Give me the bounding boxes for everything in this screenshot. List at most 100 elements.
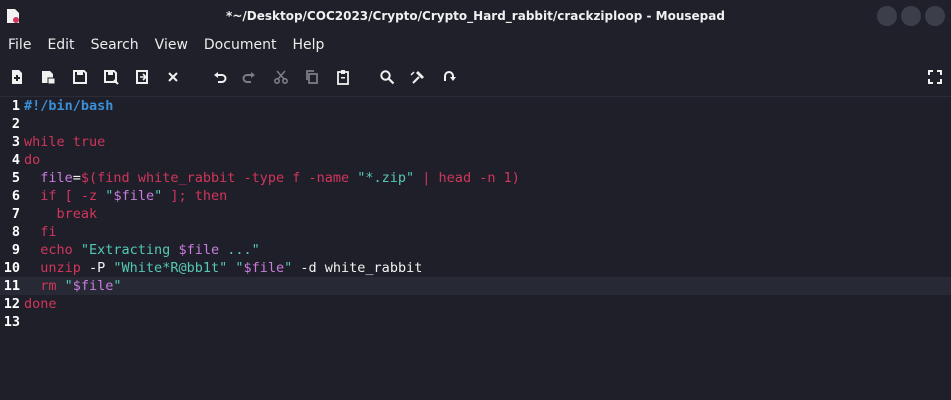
code-token: unzip [24,260,90,276]
find-icon[interactable] [378,68,396,86]
line-number: 13 [3,314,20,330]
text-editor[interactable]: 1 #!/bin/bash 2 3 while true 4 do 5 file=$(find… [0,97,951,400]
code-token: " [113,278,122,294]
code-token: $file [72,278,114,294]
code-token: -P [89,260,114,276]
code-line[interactable]: 6 if [ -z "$file" ]; then [0,187,951,205]
code-token: "*.zip" [357,170,415,186]
code-token: $(find white_rabbit -type f -name [80,170,358,186]
menu-help[interactable]: Help [284,32,332,58]
code-token: fi [24,224,57,240]
code-line[interactable]: 1 #!/bin/bash [0,97,951,115]
code-token: " [235,260,244,276]
replace-icon[interactable] [409,68,427,86]
redo-icon[interactable] [240,68,258,86]
save-icon[interactable] [71,68,89,86]
menu-search[interactable]: Search [83,32,147,58]
code-token: echo [24,242,81,258]
code-token: "White*R@bb1t" [113,260,228,276]
code-line[interactable]: 4 do [0,151,951,169]
code-token: $file [178,242,220,258]
code-text: #!/bin/bash [24,97,113,115]
code-text: echo "Extracting $file ..." [24,241,260,259]
code-line[interactable]: 13 [0,313,951,331]
code-line[interactable]: 2 [0,115,951,133]
window-controls [877,6,945,26]
code-token: while [24,134,65,150]
new-document-icon[interactable] [8,68,26,86]
code-text: file=$(find white_rabbit -type f -name "… [24,169,520,187]
code-token: -d white_rabbit [292,260,423,276]
code-token: #!/bin/bash [24,98,114,114]
code-token: break [24,206,98,222]
goto-icon[interactable] [440,68,458,86]
code-line[interactable]: 12 done [0,295,951,313]
revert-icon[interactable] [133,68,151,86]
menu-document[interactable]: Document [196,32,285,58]
minimize-button[interactable] [877,6,897,26]
window-title: *~/Desktop/COC2023/Crypto/Crypto_Hard_ra… [226,9,725,23]
line-number: 6 [11,188,20,204]
code-token: | head -n 1) [414,170,520,186]
undo-icon[interactable] [211,68,229,86]
menu-view[interactable]: View [147,32,196,58]
code-token: "Extracting [80,242,179,258]
new-window-icon[interactable] [39,68,57,86]
line-number: 7 [11,206,20,222]
line-number: 11 [3,278,20,294]
line-number: 3 [11,134,20,150]
fullscreen-icon[interactable] [926,68,944,86]
menu-file[interactable]: File [0,32,39,58]
maximize-button[interactable] [901,6,921,26]
line-number: 8 [11,224,20,240]
paste-icon[interactable] [334,68,352,86]
close-icon[interactable] [164,68,182,86]
line-number: 12 [3,296,20,312]
code-text: rm "$file" [24,277,122,295]
code-token: $file [113,188,155,204]
code-token: -z [80,188,106,204]
cut-icon[interactable] [272,68,290,86]
line-number: 5 [11,170,20,186]
code-token: do [24,152,41,168]
code-token: " [154,188,163,204]
title-bar: *~/Desktop/COC2023/Crypto/Crypto_Hard_ra… [0,0,951,32]
code-token: file [24,170,73,186]
code-token: = [72,170,81,186]
code-line[interactable]: 11 rm "$file" [0,277,951,295]
line-number: 10 [3,260,20,276]
code-line[interactable]: 9 echo "Extracting $file ..." [0,241,951,259]
code-token: $file [243,260,285,276]
close-window-button[interactable] [925,6,945,26]
code-token: rm [24,278,65,294]
copy-icon[interactable] [303,68,321,86]
code-token: ..." [219,242,260,258]
code-token: [ [56,188,81,204]
code-line[interactable]: 8 fi [0,223,951,241]
code-text: while true [24,133,105,151]
code-token: ]; then [162,188,228,204]
code-text: if [ -z "$file" ]; then [24,187,227,205]
code-text: unzip -P "White*R@bb1t" "$file" -d white… [24,259,422,277]
code-token: if [24,188,57,204]
toolbar [0,58,951,97]
save-as-icon[interactable] [102,68,120,86]
code-token: true [72,134,106,150]
code-line[interactable]: 7 break [0,205,951,223]
code-text: do [24,151,40,169]
line-number: 2 [11,116,20,132]
menu-bar: File Edit Search View Document Help [0,32,951,58]
code-text: break [24,205,98,223]
code-line[interactable]: 5 file=$(find white_rabbit -type f -name… [0,169,951,187]
code-token: done [24,296,57,312]
line-number: 4 [11,152,20,168]
line-number: 9 [11,242,20,258]
code-line[interactable]: 3 while true [0,133,951,151]
line-number: 1 [11,98,20,114]
code-line[interactable]: 10 unzip -P "White*R@bb1t" "$file" -d wh… [0,259,951,277]
code-text: done [24,295,57,313]
menu-edit[interactable]: Edit [39,32,82,58]
code-token: " [64,278,73,294]
code-text: fi [24,223,57,241]
